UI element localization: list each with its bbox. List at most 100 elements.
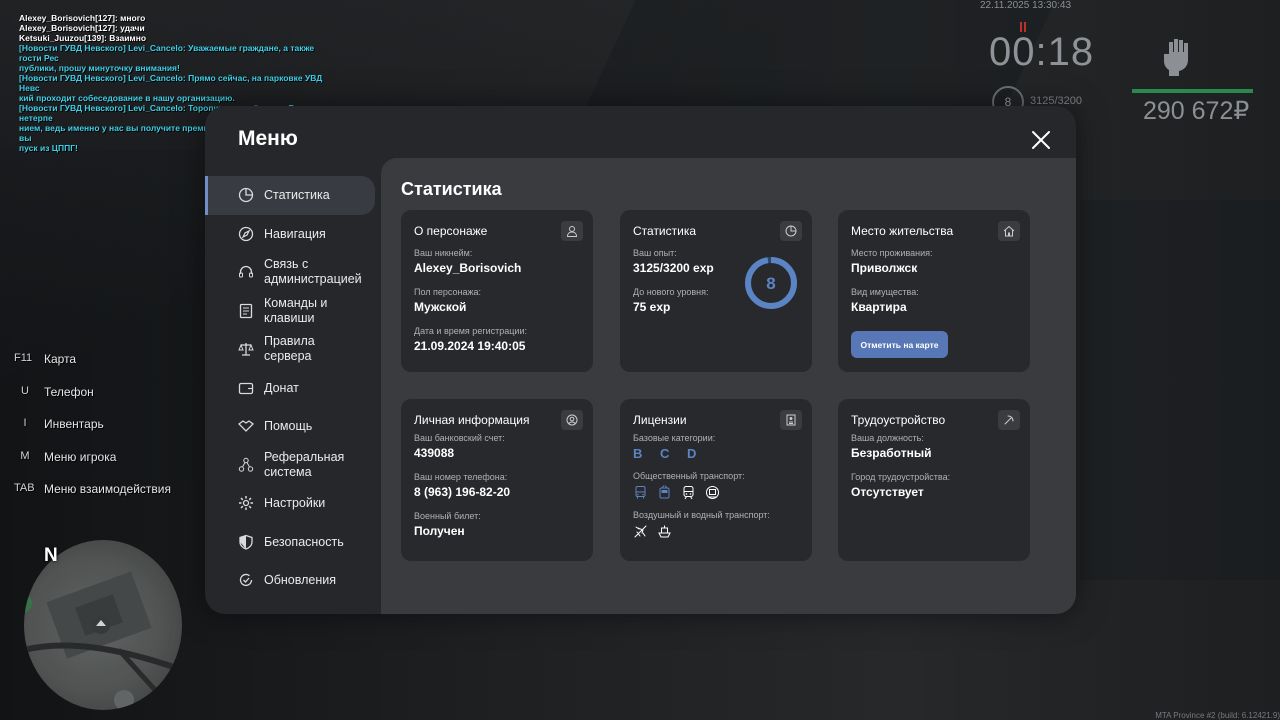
personal-info-card: Личная информация Ваш банковский счет: 4… xyxy=(401,399,593,561)
ship-icon xyxy=(658,525,671,538)
sidebar-item-label: Навигация xyxy=(264,226,326,241)
train-icon xyxy=(683,486,694,500)
gear-icon xyxy=(239,496,253,511)
wallet-icon xyxy=(238,382,254,394)
keybind-list: F11 Карта U Телефон I Инвентарь M Меню игрока TA… xyxy=(14,352,171,515)
level-value: 8 xyxy=(766,274,775,293)
keybind-row: F11 Карта xyxy=(14,352,171,385)
network-icon xyxy=(238,457,254,472)
property-label: Вид имущества: xyxy=(851,287,919,297)
bank-label: Ваш банковский счет: xyxy=(414,433,505,443)
sidebar-item-label: Настройки xyxy=(264,496,326,511)
keybind-row: M Меню игрока xyxy=(14,450,171,483)
sidebar-item[interactable]: Безопасность xyxy=(205,523,381,562)
compass-icon xyxy=(238,226,254,241)
close-icon[interactable] xyxy=(1031,130,1051,150)
military-value: Получен xyxy=(414,524,465,538)
shield-icon xyxy=(239,534,253,550)
keybind-label: Телефон xyxy=(44,384,94,399)
sidebar-item[interactable]: Правила сервера xyxy=(205,330,381,369)
document-icon xyxy=(239,303,253,318)
menu-title: Меню xyxy=(238,127,298,150)
chat-line: кий проходит собеседование в нашу органи… xyxy=(19,93,235,103)
character-card: О персонаже Ваш никнейм: Alexey_Borisovi… xyxy=(401,210,593,372)
hud-timer: 00:18 xyxy=(989,30,1095,74)
pie-chart-icon xyxy=(780,221,802,241)
fist-icon xyxy=(1164,39,1188,76)
air-water-label: Воздушный и водный транспорт: xyxy=(633,510,770,520)
sidebar-item-label: Правила сервера xyxy=(264,334,315,364)
phone-value: 8 (963) 196-82-20 xyxy=(414,485,511,499)
base-categories-label: Базовые категории: xyxy=(633,433,716,443)
sidebar-item-label: Статистика xyxy=(264,188,330,203)
bus-icon xyxy=(635,486,646,499)
sidebar-item[interactable]: Команды и клавиши xyxy=(205,292,381,331)
sidebar-item[interactable]: Навигация xyxy=(205,215,381,254)
tram-icon xyxy=(706,486,719,499)
residence-card: Место жительства Место проживания: Приво… xyxy=(838,210,1030,372)
chat-line: Alexey_Borisovich[127]: удачи xyxy=(19,23,145,33)
level-progress-ring: 8 xyxy=(745,257,797,309)
keybind-key: F11 xyxy=(14,352,33,364)
registration-label: Дата и время регистрации: xyxy=(414,326,527,336)
sidebar-item[interactable]: Связь с администрацией xyxy=(205,253,381,292)
user-circle-icon xyxy=(561,410,583,430)
keybind-row: TAB Меню взаимодействия xyxy=(14,482,171,515)
nickname-label: Ваш никнейм: xyxy=(414,248,473,258)
sidebar: Статистика Навигация Связь с администрацие… xyxy=(205,176,381,600)
employment-card: Трудоустройство Ваша должность: Безработ… xyxy=(838,399,1030,561)
chat-line: [Новости ГУВД Невского] Levi_Cancelo: Ув… xyxy=(19,43,315,63)
chat-line: публики, прошу минуточку внимания! xyxy=(19,63,180,73)
keybind-label: Инвентарь xyxy=(44,417,104,432)
employment-city-value: Отсутствует xyxy=(851,485,924,499)
refresh-check-icon xyxy=(239,574,253,587)
keybind-row: U Телефон xyxy=(14,385,171,418)
card-title: Место жительства xyxy=(851,224,954,238)
trolleybus-icon xyxy=(659,485,670,499)
card-title: Личная информация xyxy=(414,413,530,427)
keybind-key: U xyxy=(21,384,29,397)
keybind-label: Карта xyxy=(44,352,77,366)
sidebar-item[interactable]: Помощь xyxy=(205,407,381,446)
sidebar-item-label: Безопасность xyxy=(264,534,344,549)
page-title: Статистика xyxy=(401,179,502,199)
keybind-label: Меню игрока xyxy=(44,449,117,464)
keybind-row: I Инвентарь xyxy=(14,417,171,450)
mark-on-map-button[interactable]: Отметить на карте xyxy=(851,331,948,358)
nickname-value: Alexey_Borisovich xyxy=(414,261,522,275)
gender-label: Пол персонажа: xyxy=(414,287,482,297)
sidebar-item[interactable]: Статистика xyxy=(205,176,375,215)
licenses-card: Лицензии Базовые категории: B C D Общест… xyxy=(620,399,812,561)
military-label: Военный билет: xyxy=(414,511,481,521)
sidebar-item-label: Донат xyxy=(264,380,299,395)
sidebar-item[interactable]: Обновления xyxy=(205,561,381,600)
keybind-key: TAB xyxy=(14,482,35,495)
hud-datetime: 22.11.2025 13:30:43 xyxy=(980,0,1072,11)
gender-value: Мужской xyxy=(414,300,467,314)
card-title: Статистика xyxy=(633,224,697,238)
keybind-key: I xyxy=(23,417,27,430)
card-title: О персонаже xyxy=(414,224,488,238)
sidebar-item-label: Команды и клавиши xyxy=(264,295,328,325)
sidebar-item[interactable]: Реферальная система xyxy=(205,446,381,485)
plane-icon xyxy=(634,525,647,538)
stats-card: Статистика Ваш опыт: 3125/3200 exp До но… xyxy=(620,210,812,372)
air-water-icons xyxy=(633,524,799,539)
bank-value: 439088 xyxy=(414,446,455,460)
sidebar-item-label: Обновления xyxy=(264,573,336,588)
chat-line: Alexey_Borisovich[127]: много xyxy=(19,13,146,23)
phone-label: Ваш номер телефона: xyxy=(414,472,508,482)
hud-health-bar xyxy=(1132,89,1253,93)
sidebar-item[interactable]: Донат xyxy=(205,369,381,408)
sidebar-item[interactable]: Настройки xyxy=(205,484,381,523)
employment-city-label: Город трудоустройства: xyxy=(851,472,951,482)
content-panel: Статистика О персонаже Ваш никнейм: Alex… xyxy=(381,158,1076,614)
position-label: Ваша должность: xyxy=(851,433,924,443)
headset-icon xyxy=(239,266,253,278)
home-icon xyxy=(998,221,1020,241)
card-title: Лицензии xyxy=(633,413,687,427)
chat-line: Ketsuki_Juuzou[139]: Взаимно xyxy=(19,33,147,43)
user-icon xyxy=(561,221,583,241)
id-card-icon xyxy=(780,410,802,430)
keybind-key: M xyxy=(20,449,30,462)
